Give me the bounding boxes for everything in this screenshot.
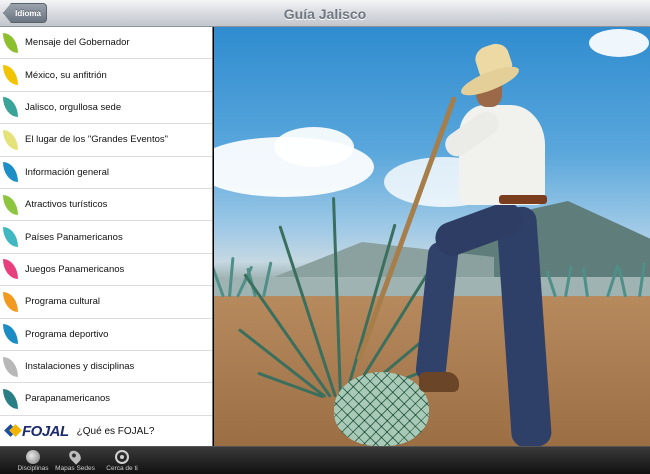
tab-label: Cerca de ti [106,465,138,472]
cloud [274,127,354,167]
cloud [589,29,649,57]
tab-mapas-sedes[interactable]: Mapas Sedes [50,447,100,474]
lime-leaf-icon [3,194,18,215]
fojal-mark-icon [6,426,20,436]
menu-item-label: Juegos Panamericanos [25,263,125,275]
menu-item-fojal[interactable]: FOJAL ¿Qué es FOJAL? [0,416,212,447]
bottom-tab-bar: Disciplinas Mapas Sedes Cerca de ti [0,446,650,474]
blue-leaf-icon [3,324,18,345]
blue-leaf-icon [3,162,18,183]
agave-plant [237,177,441,399]
disc-icon [26,450,40,464]
target-icon [115,450,129,464]
menu-item-gobernador[interactable]: Mensaje del Gobernador [0,27,212,60]
menu-item-instalaciones[interactable]: Instalaciones y disciplinas [0,351,212,384]
agave-farmer-photo [214,27,650,446]
cyan-leaf-icon [3,227,18,248]
menu-item-mexico[interactable]: México, su anfitrión [0,59,212,92]
yellow-leaf-icon [3,65,18,86]
teal-leaf-icon [3,97,18,118]
menu-item-grandes-eventos[interactable]: El lugar de los "Grandes Eventos" [0,124,212,157]
menu-item-parapanamericanos[interactable]: Parapanamericanos [0,383,212,416]
menu-item-label: Programa deportivo [25,328,109,340]
tab-cerca-de-ti[interactable]: Cerca de ti [97,447,147,474]
gray-leaf-icon [3,356,18,377]
agave-pina [334,372,429,446]
menu-item-label: Países Panamericanos [25,231,123,243]
menu-item-juegos[interactable]: Juegos Panamericanos [0,254,212,287]
menu-item-informacion[interactable]: Información general [0,157,212,189]
pale-yellow-leaf-icon [3,129,18,150]
menu-item-label: Programa cultural [25,296,100,308]
dark-teal-leaf-icon [3,388,18,409]
pink-leaf-icon [3,259,18,280]
menu-item-paises[interactable]: Países Panamericanos [0,221,212,254]
menu-item-label: Parapanamericanos [25,393,111,405]
green-leaf-icon [3,32,18,53]
menu-item-jalisco[interactable]: Jalisco, orgullosa sede [0,92,212,125]
sidebar-menu: Mensaje del Gobernador México, su anfitr… [0,27,213,446]
menu-item-label: Información general [25,166,109,178]
fojal-label: ¿Qué es FOJAL? [76,425,155,437]
page-title: Guía Jalisco [283,5,367,22]
menu-item-cultural[interactable]: Programa cultural [0,286,212,319]
menu-item-label: Atractivos turísticos [25,199,108,211]
menu-item-label: Mensaje del Gobernador [25,37,130,49]
menu-item-atractivos[interactable]: Atractivos turísticos [0,189,212,222]
fojal-logo: FOJAL [6,423,69,440]
map-pin-icon [66,448,84,465]
orange-leaf-icon [3,291,18,312]
fojal-logo-text: FOJAL [22,422,69,440]
menu-item-label: El lugar de los "Grandes Eventos" [25,134,168,146]
top-nav-bar: Idioma Guía Jalisco [0,0,650,27]
menu-item-label: México, su anfitrión [25,69,107,81]
menu-item-label: Instalaciones y disciplinas [25,361,135,373]
tab-label: Disciplinas [17,465,49,472]
menu-item-deportivo[interactable]: Programa deportivo [0,319,212,351]
menu-item-label: Jalisco, orgullosa sede [25,101,122,113]
tab-label: Mapas Sedes [55,465,95,472]
